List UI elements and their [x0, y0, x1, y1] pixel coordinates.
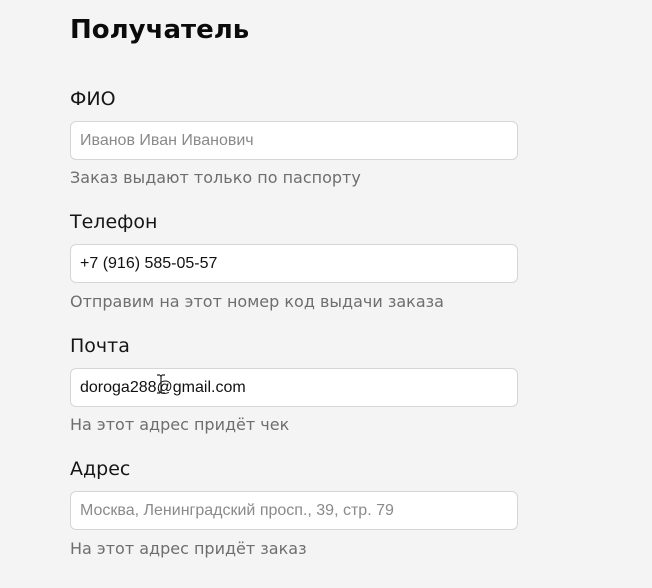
phone-hint: Отправим на этот номер код выдачи заказа: [70, 292, 444, 311]
phone-label: Телефон: [70, 211, 158, 233]
full-name-label: ФИО: [70, 88, 116, 110]
full-name-hint: Заказ выдают только по паспорту: [70, 168, 361, 187]
phone-input[interactable]: [70, 244, 518, 283]
address-label: Адрес: [70, 458, 131, 480]
email-input[interactable]: [70, 368, 518, 407]
address-input[interactable]: [70, 491, 518, 530]
section-title: Получатель: [70, 15, 250, 45]
address-hint: На этот адрес придёт заказ: [70, 539, 307, 558]
email-hint: На этот адрес придёт чек: [70, 415, 290, 434]
full-name-input[interactable]: [70, 121, 518, 160]
email-label: Почта: [70, 335, 130, 357]
